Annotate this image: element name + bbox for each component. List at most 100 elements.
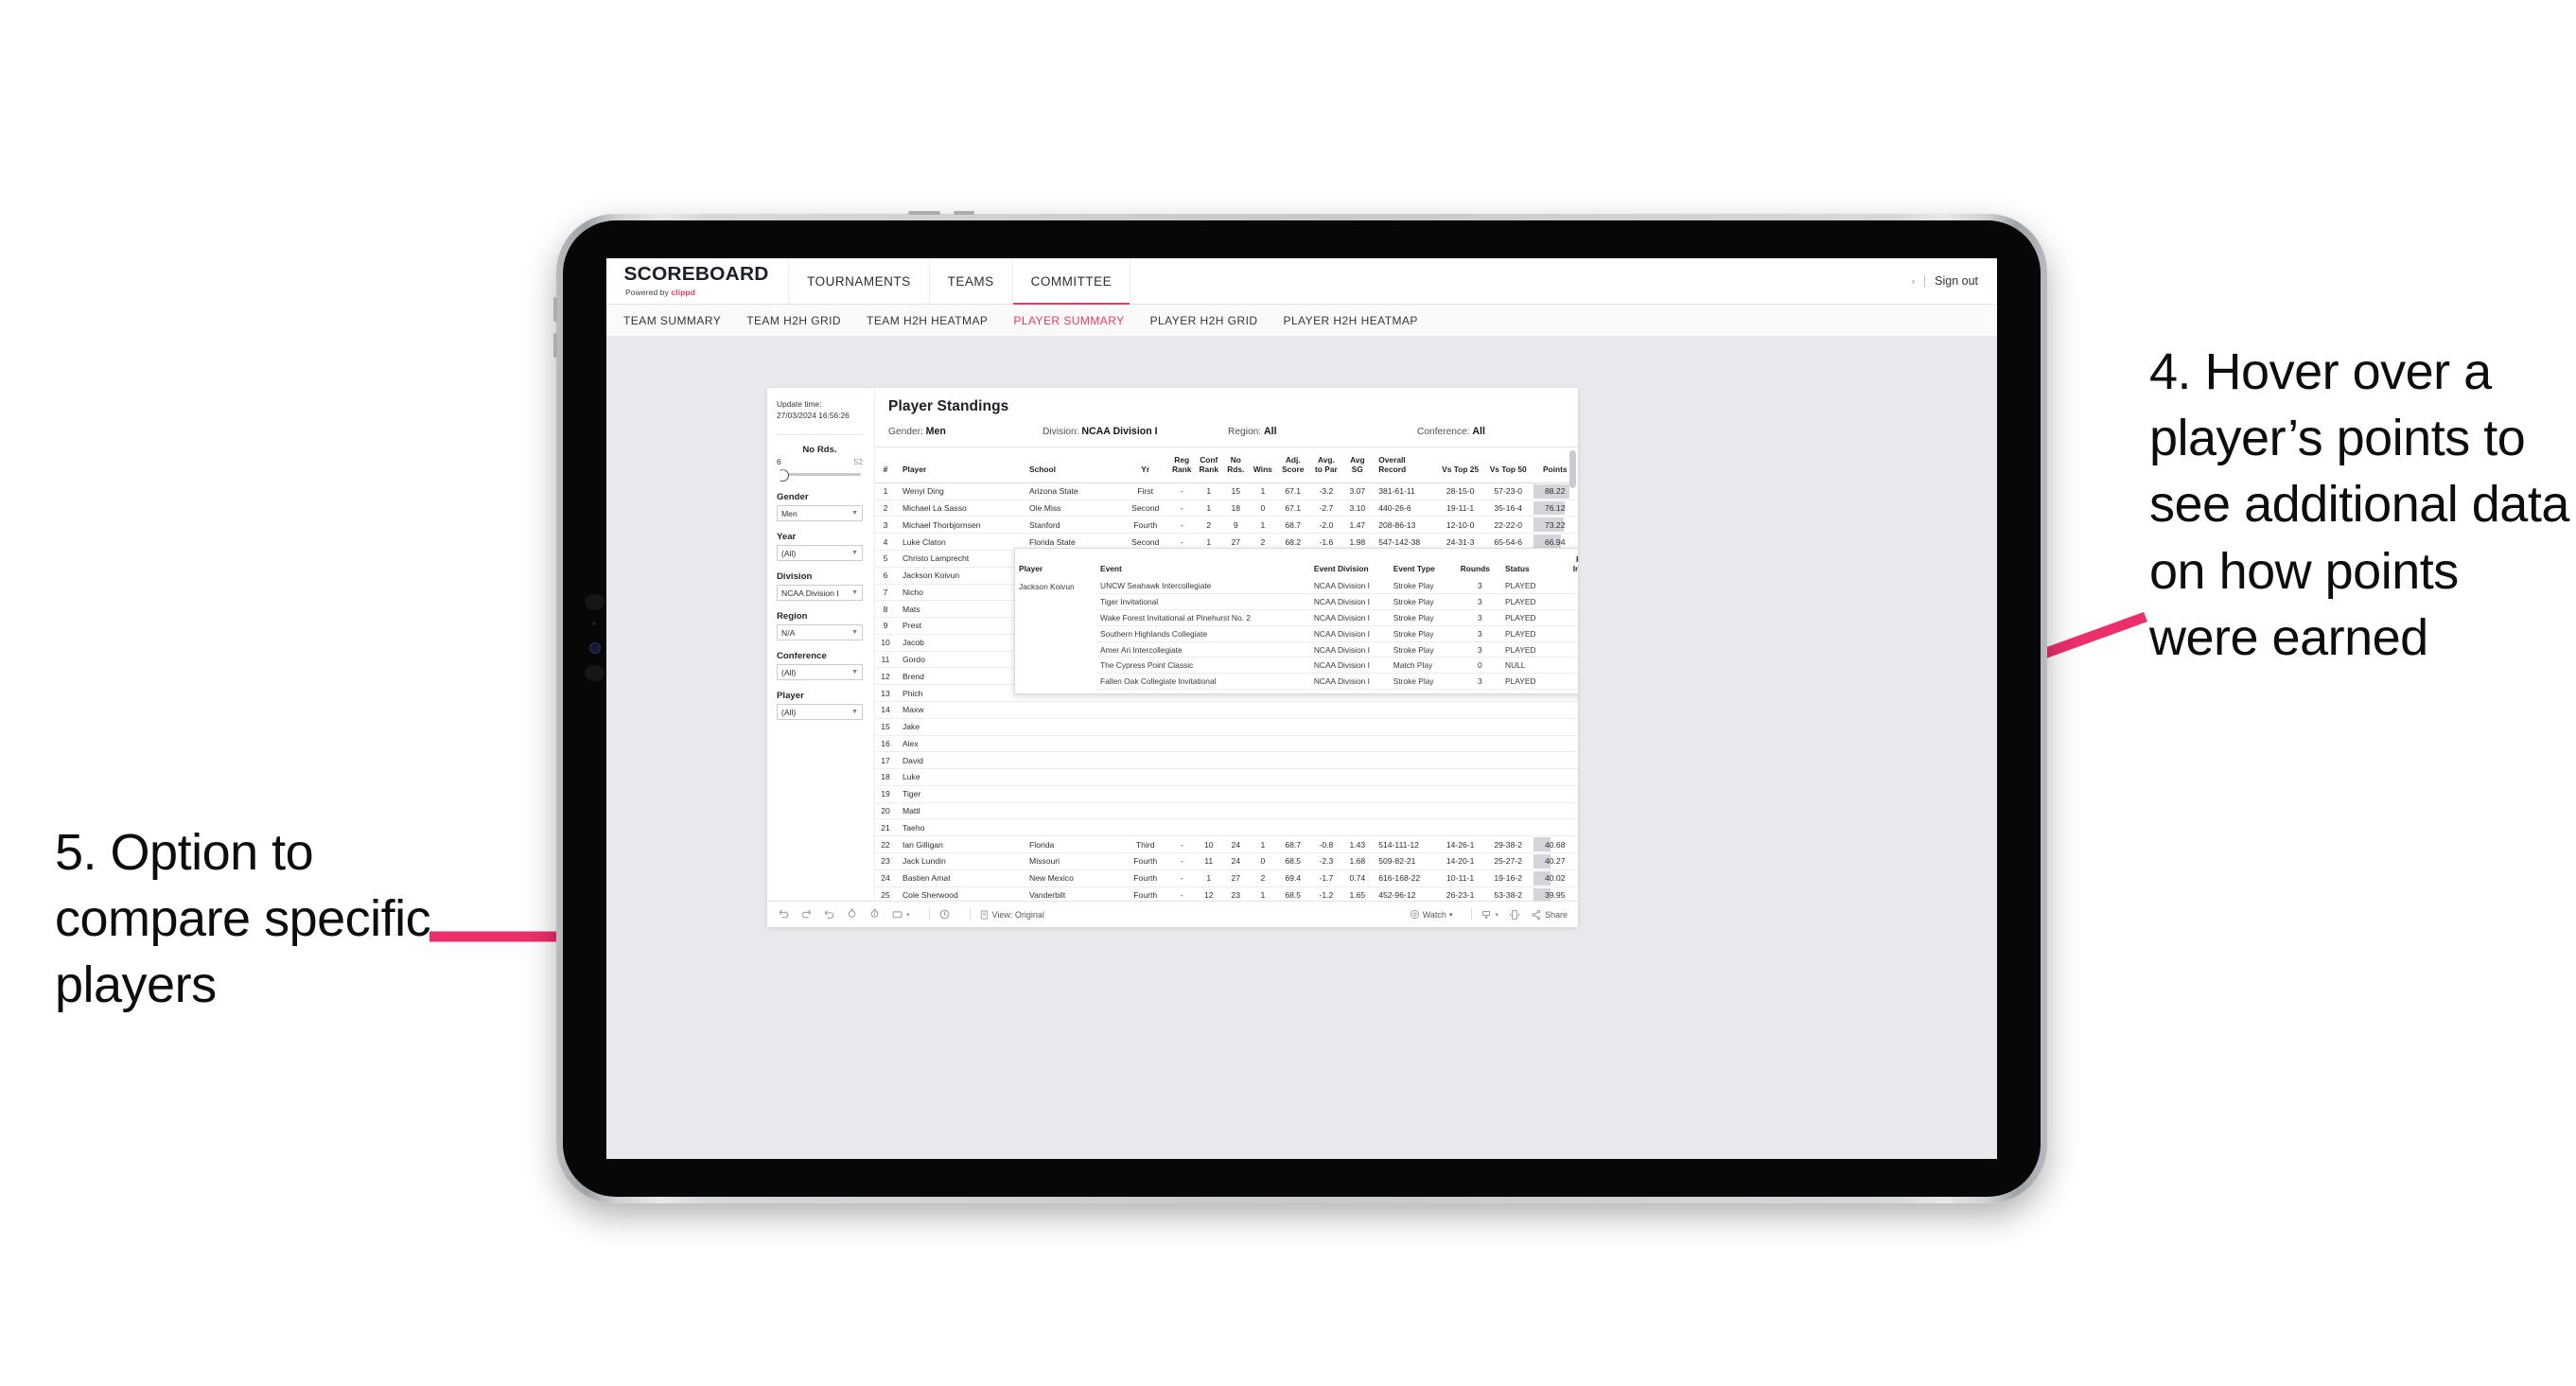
table-row[interactable]: 25 Cole Sherwood Vanderbilt Fourth -12 23 1 68.… bbox=[875, 886, 1578, 901]
col-wins[interactable]: Wins bbox=[1250, 447, 1277, 482]
cell-points[interactable] bbox=[1532, 735, 1578, 753]
table-row[interactable]: 19 Tiger bbox=[875, 785, 1578, 803]
cell-points[interactable]: 76.12 bbox=[1532, 500, 1578, 518]
cell-vs-top-50 bbox=[1483, 751, 1533, 770]
cell-avg-to-par bbox=[1309, 785, 1343, 803]
tooltip-event: Williams Cup bbox=[1096, 689, 1310, 693]
share-button[interactable]: Share bbox=[1531, 909, 1568, 921]
col-overall-record-label: Overall Record bbox=[1378, 455, 1407, 474]
col-school[interactable]: School bbox=[1023, 447, 1123, 482]
cell-points[interactable] bbox=[1532, 751, 1578, 770]
col-avg-to-par[interactable]: Avg. to Par bbox=[1309, 447, 1342, 482]
subnav-team-h2h-heatmap[interactable]: TEAM H2H HEATMAP bbox=[867, 314, 988, 327]
subnav-team-summary[interactable]: TEAM SUMMARY bbox=[623, 314, 721, 327]
cell-points[interactable]: 40.02 bbox=[1532, 869, 1578, 887]
cell-avg-sg bbox=[1342, 802, 1373, 820]
no-rounds-max: 52 bbox=[853, 457, 863, 467]
tooltip-rank-impact: + 0 bbox=[1560, 641, 1578, 658]
col-vs-top-50[interactable]: Vs Top 50 bbox=[1484, 447, 1533, 482]
history-icon[interactable] bbox=[938, 908, 951, 921]
table-row[interactable]: 2 Michael La Sasso Ole Miss Second -1 18 0 67.1… bbox=[875, 500, 1578, 518]
no-rounds-slider[interactable]: No Rds. 6 52 bbox=[777, 445, 863, 482]
subnav-team-h2h-grid[interactable]: TEAM H2H GRID bbox=[746, 314, 841, 327]
pause-auto-update-icon[interactable] bbox=[868, 908, 881, 921]
cell-points[interactable] bbox=[1532, 802, 1578, 820]
subnav-player-summary[interactable]: PLAYER SUMMARY bbox=[1013, 314, 1124, 327]
col-avg-sg[interactable]: Avg SG bbox=[1342, 447, 1372, 482]
cell-points[interactable]: 40.27 bbox=[1532, 852, 1578, 870]
view-original-label: View: Original bbox=[991, 909, 1044, 920]
table-row[interactable]: 14 Maxw bbox=[875, 701, 1578, 719]
filter-gender-select[interactable]: Men ▼ bbox=[777, 505, 863, 522]
points-value: 40.68 bbox=[1544, 839, 1566, 850]
cell-points[interactable] bbox=[1532, 701, 1578, 719]
slider-handle[interactable] bbox=[780, 469, 789, 482]
nav-committee[interactable]: COMMITTEE bbox=[1012, 258, 1131, 305]
nav-tournaments[interactable]: TOURNAMENTS bbox=[789, 258, 930, 304]
redo-icon[interactable] bbox=[800, 908, 813, 921]
cell-vs-top-50: 19-16-2 bbox=[1483, 869, 1533, 887]
tooltip-row: Tiger Invitational NCAA Division I Stroke … bbox=[1015, 593, 1578, 611]
export-icon[interactable]: ▾ bbox=[891, 908, 910, 921]
table-row[interactable]: 3 Michael Thorbjornsen Stanford Fourth -2 9 1 6… bbox=[875, 516, 1578, 535]
cell-points[interactable]: 39.95 bbox=[1532, 886, 1578, 901]
cell-wins bbox=[1249, 785, 1277, 803]
brand-logo[interactable]: SCOREBOARD Powered by clippd bbox=[606, 258, 790, 304]
cell-vs-top-25 bbox=[1436, 751, 1484, 770]
row-number: 17 bbox=[875, 751, 896, 770]
filter-player-select[interactable]: (All) ▼ bbox=[777, 704, 863, 721]
table-row[interactable]: 16 Alex bbox=[875, 735, 1578, 753]
table-row[interactable]: 15 Jake bbox=[875, 718, 1578, 736]
cell-points[interactable]: 40.68 bbox=[1532, 835, 1578, 853]
row-number: 3 bbox=[875, 516, 896, 535]
table-row[interactable]: 18 Luke bbox=[875, 768, 1578, 786]
filter-year-select[interactable]: (All) ▼ bbox=[777, 545, 863, 562]
col-reg-rank[interactable]: Reg Rank bbox=[1168, 447, 1196, 482]
table-row[interactable]: 22 Ian Gilligan Florida Third -10 24 1 68.7 -0.8… bbox=[875, 835, 1578, 853]
col-number[interactable]: # bbox=[875, 447, 896, 482]
subnav-player-h2h-heatmap[interactable]: PLAYER H2H HEATMAP bbox=[1283, 314, 1417, 327]
device-preview-icon[interactable] bbox=[1509, 909, 1520, 921]
tooltip-event-type: Stroke Play bbox=[1389, 609, 1457, 626]
filter-division-select[interactable]: NCAA Division I ▼ bbox=[777, 585, 863, 602]
refresh-icon[interactable] bbox=[846, 908, 858, 921]
cell-points[interactable] bbox=[1532, 768, 1578, 786]
filter-region-select[interactable]: N/A ▼ bbox=[777, 624, 863, 641]
tooltip-event-type: Stroke Play bbox=[1389, 578, 1457, 595]
undo-icon[interactable] bbox=[778, 908, 790, 921]
col-overall-record[interactable]: Overall Record bbox=[1372, 447, 1436, 482]
col-yr[interactable]: Yr bbox=[1123, 447, 1168, 482]
table-row[interactable]: 24 Bastien Amat New Mexico Fourth -1 27 2 69.4-… bbox=[875, 869, 1578, 887]
subnav-player-h2h-grid[interactable]: PLAYER H2H GRID bbox=[1150, 314, 1258, 327]
watch-button[interactable]: Watch ▾ bbox=[1410, 909, 1452, 920]
col-player[interactable]: Player bbox=[896, 447, 1023, 482]
nav-teams[interactable]: TEAMS bbox=[930, 258, 1013, 304]
brand-subtitle: Powered by clippd bbox=[625, 288, 767, 297]
cell-vs-top-50: 29-38-2 bbox=[1483, 835, 1533, 853]
cell-adj-score: 69.4 bbox=[1276, 869, 1310, 887]
sign-out-link[interactable]: Sign out bbox=[1935, 274, 1978, 288]
col-vs-top-25[interactable]: Vs Top 25 bbox=[1436, 447, 1484, 482]
table-row[interactable]: 20 Mattl bbox=[875, 802, 1578, 820]
cell-points[interactable] bbox=[1532, 718, 1578, 736]
device-antenna-band bbox=[954, 211, 974, 215]
cell-points[interactable] bbox=[1532, 785, 1578, 803]
table-row[interactable]: 21 Taeho bbox=[875, 818, 1578, 837]
filter-conference-select[interactable]: (All) ▼ bbox=[777, 664, 863, 681]
col-no-rds[interactable]: No Rds. bbox=[1222, 447, 1250, 482]
download-icon[interactable]: ▾ bbox=[1481, 909, 1498, 921]
vertical-scrollbar[interactable] bbox=[1569, 450, 1576, 488]
slider-track[interactable] bbox=[777, 469, 863, 482]
chevron-right-icon[interactable]: › bbox=[1912, 276, 1915, 286]
cell-points[interactable] bbox=[1532, 818, 1578, 837]
table-row[interactable]: 23 Jack Lundin Missouri Fourth -11 24 0 68.5 -2.… bbox=[875, 852, 1578, 870]
table-row[interactable]: 1 Wenyi Ding Arizona State First -1 15 1 67.1 -3… bbox=[875, 482, 1578, 500]
revert-icon[interactable] bbox=[823, 908, 835, 921]
cell-wins bbox=[1249, 735, 1277, 753]
view-original-button[interactable]: View: Original bbox=[979, 909, 1044, 921]
col-adj-score[interactable]: Adj. Score bbox=[1276, 447, 1309, 482]
filter-gender-label: Gender bbox=[777, 492, 809, 503]
table-row[interactable]: 17 David bbox=[875, 751, 1578, 770]
col-conf-rank[interactable]: Conf Rank bbox=[1195, 447, 1222, 482]
cell-points[interactable]: 73.22 bbox=[1532, 516, 1578, 535]
